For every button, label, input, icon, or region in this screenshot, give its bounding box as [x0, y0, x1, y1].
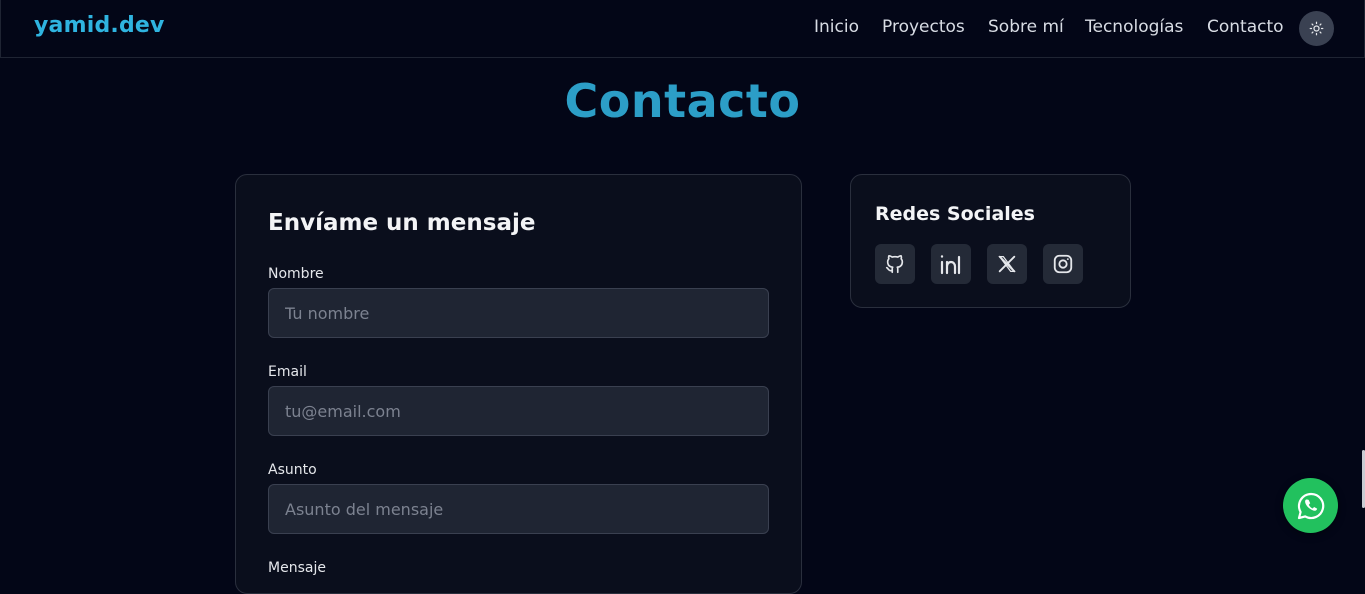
email-label: Email	[268, 364, 307, 380]
form-title: Envíame un mensaje	[268, 210, 536, 236]
linkedin-icon	[940, 255, 961, 275]
whatsapp-icon	[1297, 492, 1324, 519]
section-title: Contacto	[564, 74, 801, 128]
nav-item-proyectos[interactable]: Proyectos	[882, 17, 965, 37]
logo-link[interactable]: yamid.dev	[34, 13, 165, 38]
email-input[interactable]	[268, 386, 769, 436]
nav-item-sobre-mi[interactable]: Sobre mí	[988, 17, 1064, 37]
github-icon	[885, 254, 904, 274]
linkedin-link[interactable]	[931, 244, 971, 284]
name-label: Nombre	[268, 266, 324, 282]
subject-label: Asunto	[268, 462, 317, 478]
social-title: Redes Sociales	[875, 203, 1035, 225]
x-link[interactable]	[987, 244, 1027, 284]
nav-item-inicio[interactable]: Inicio	[814, 17, 859, 37]
navbar: yamid.dev Inicio Proyectos Sobre mí Tecn…	[0, 0, 1365, 58]
instagram-icon	[1053, 254, 1073, 274]
message-label: Mensaje	[268, 560, 326, 576]
instagram-link[interactable]	[1043, 244, 1083, 284]
nav-item-tecnologias[interactable]: Tecnologías	[1085, 17, 1183, 37]
contact-form-card: Envíame un mensaje Nombre Email Asunto M…	[235, 174, 802, 594]
subject-input[interactable]	[268, 484, 769, 534]
name-input[interactable]	[268, 288, 769, 338]
social-card: Redes Sociales	[850, 174, 1131, 308]
whatsapp-button[interactable]	[1283, 478, 1338, 533]
x-icon	[998, 255, 1016, 273]
sun-icon	[1309, 21, 1324, 36]
theme-toggle-button[interactable]	[1299, 11, 1334, 46]
github-link[interactable]	[875, 244, 915, 284]
nav-item-contacto[interactable]: Contacto	[1207, 17, 1284, 37]
